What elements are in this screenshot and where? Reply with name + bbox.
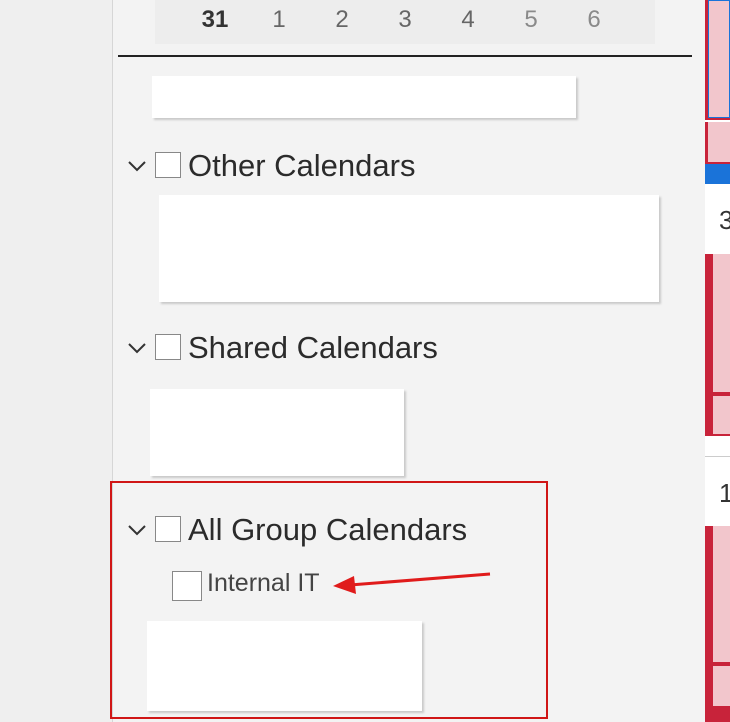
other-calendars-label: Other Calendars	[188, 148, 416, 183]
shared-calendars-list	[150, 389, 404, 476]
day-divider	[705, 456, 730, 457]
chevron-down-icon[interactable]	[125, 336, 149, 360]
internal-it-checkbox[interactable]	[172, 571, 202, 601]
my-calendars-list	[152, 76, 576, 118]
mini-calendar-day[interactable]: 4	[448, 6, 488, 34]
other-calendars-header[interactable]: Other Calendars	[125, 148, 445, 184]
annotation-arrow-icon	[333, 572, 491, 594]
pane-splitter[interactable]	[693, 0, 705, 722]
day-number: 1	[719, 478, 730, 508]
appointment-block[interactable]	[713, 254, 730, 392]
internal-it-label: Internal IT	[207, 569, 320, 597]
mini-calendar-day[interactable]: 5	[511, 6, 551, 34]
calendar-item-internal-it[interactable]: Internal IT	[172, 569, 342, 601]
shared-calendars-label: Shared Calendars	[188, 330, 438, 365]
group-calendars-list	[147, 621, 422, 711]
chevron-down-icon[interactable]	[125, 154, 149, 178]
left-gutter	[0, 0, 112, 722]
calendar-grid-edge	[705, 0, 730, 722]
shared-calendars-checkbox[interactable]	[155, 334, 181, 360]
appointment-block-selected[interactable]	[708, 0, 730, 118]
appointment-block[interactable]	[713, 666, 730, 706]
shared-calendars-header[interactable]: Shared Calendars	[125, 330, 465, 366]
mini-calendar-day[interactable]: 3	[385, 6, 425, 34]
appointment-block[interactable]	[713, 526, 730, 662]
other-calendars-list	[159, 195, 659, 302]
mini-calendar-day[interactable]: 2	[322, 6, 362, 34]
all-group-calendars-checkbox[interactable]	[155, 516, 181, 542]
mini-calendar-day[interactable]: 1	[259, 6, 299, 34]
appointment-block[interactable]	[713, 396, 730, 434]
all-group-calendars-header[interactable]: All Group Calendars	[125, 512, 505, 548]
chevron-down-icon[interactable]	[125, 518, 149, 542]
day-number: 3	[719, 205, 730, 235]
mini-calendar-divider	[118, 55, 692, 57]
appointment-block[interactable]	[708, 122, 730, 162]
other-calendars-checkbox[interactable]	[155, 152, 181, 178]
selection-bar	[705, 164, 730, 184]
all-group-calendars-label: All Group Calendars	[188, 512, 468, 547]
mini-calendar-day[interactable]: 31	[195, 6, 235, 34]
mini-calendar-day[interactable]: 6	[574, 6, 614, 34]
